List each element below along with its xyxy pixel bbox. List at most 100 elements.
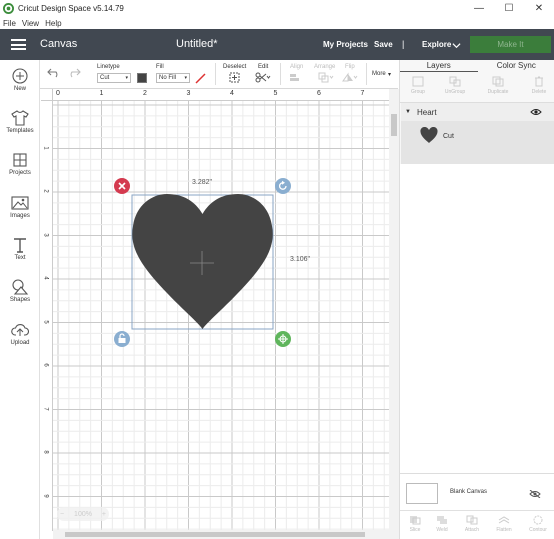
- undo-icon[interactable]: [47, 68, 61, 78]
- chevron-down-icon: ▾: [125, 75, 128, 81]
- images-button[interactable]: Images: [0, 195, 40, 219]
- chevron-down-icon: ▾: [184, 75, 187, 81]
- rotate-handle[interactable]: [275, 178, 291, 194]
- zoom-out-button[interactable]: −: [60, 511, 64, 518]
- canvas-settings-area: Blank Canvas Slice Weld Attach Flatten C…: [400, 473, 554, 539]
- linetype-select[interactable]: Cut ▾: [97, 73, 131, 83]
- menu-bar: File View Help: [0, 17, 554, 29]
- duplicate-label: Duplicate: [487, 89, 509, 95]
- attach-label: Attach: [464, 527, 480, 533]
- blank-canvas-label: Blank Canvas: [450, 489, 488, 495]
- flip-icon[interactable]: [342, 72, 358, 83]
- fill-value: No Fill: [159, 75, 177, 81]
- ruler-tick-label: 5: [42, 319, 49, 324]
- zoom-in-button[interactable]: +: [102, 511, 106, 518]
- new-label: New: [13, 86, 26, 92]
- layer-group-row[interactable]: ▼ Heart Cut: [401, 103, 554, 164]
- make-it-button[interactable]: Make It: [470, 36, 551, 53]
- layer-item-row[interactable]: Cut: [401, 121, 554, 164]
- templates-button[interactable]: Templates: [0, 110, 40, 134]
- layers-panel: Layers Color Sync Group UnGroup Duplicat…: [399, 60, 554, 539]
- ruler-tick-label: 3: [42, 232, 49, 237]
- shapes-button[interactable]: Shapes: [0, 279, 40, 303]
- heart-shape[interactable]: [132, 194, 273, 329]
- slice-button[interactable]: Slice: [403, 515, 427, 533]
- vertical-scrollbar[interactable]: [389, 89, 399, 539]
- flatten-button[interactable]: Flatten: [490, 515, 518, 533]
- text-icon: [14, 238, 26, 253]
- horizontal-scrollbar-thumb[interactable]: [65, 532, 365, 537]
- close-window-button[interactable]: ✕: [524, 0, 554, 17]
- ruler-tick-label: 6: [317, 90, 321, 97]
- ungroup-label: UnGroup: [444, 89, 466, 95]
- delete-button[interactable]: Delete: [526, 76, 552, 95]
- delete-label: Delete: [531, 89, 547, 95]
- ruler-tick-label: 8: [42, 450, 49, 454]
- ruler-tick-label: 1: [42, 145, 49, 150]
- header-separator: |: [402, 39, 405, 49]
- eye-hidden-icon[interactable]: [529, 490, 541, 498]
- save-button[interactable]: Save: [374, 40, 393, 49]
- ungroup-button[interactable]: UnGroup: [440, 76, 470, 95]
- resize-handle[interactable]: [275, 331, 291, 347]
- layers-empty-area: [400, 164, 554, 473]
- zoom-control: − 100% +: [57, 507, 109, 521]
- left-toolbar: New Templates Projects Images Text Shape…: [0, 60, 40, 539]
- vertical-scrollbar-thumb[interactable]: [391, 114, 397, 136]
- contour-button[interactable]: Contour: [524, 515, 552, 533]
- hamburger-menu-icon[interactable]: [11, 39, 26, 50]
- window-titlebar: Cricut Design Space v5.14.79 — ☐ ✕: [0, 0, 554, 17]
- ruler-tick-label: 2: [42, 189, 49, 193]
- shirt-icon: [11, 110, 29, 126]
- attach-button[interactable]: Attach: [459, 515, 485, 533]
- more-menu[interactable]: More: [372, 71, 386, 77]
- deselect-icon[interactable]: [229, 72, 240, 83]
- ruler-tick-label: 0: [56, 90, 60, 97]
- projects-button[interactable]: Projects: [0, 152, 40, 176]
- my-projects-link[interactable]: My Projects: [323, 40, 368, 49]
- horizontal-scrollbar[interactable]: [53, 530, 389, 539]
- arrange-icon[interactable]: [318, 72, 334, 83]
- ruler-tick-label: 6: [42, 363, 49, 367]
- menu-view[interactable]: View: [19, 19, 42, 28]
- ungroup-icon: [449, 76, 461, 87]
- ruler-tick-label: 4: [230, 90, 234, 97]
- upload-label: Upload: [10, 340, 30, 346]
- text-button[interactable]: Text: [0, 237, 40, 261]
- lock-handle[interactable]: [114, 331, 130, 347]
- maximize-button[interactable]: ☐: [494, 0, 524, 17]
- more-chevron-icon[interactable]: ▾: [388, 71, 391, 78]
- blank-canvas-swatch[interactable]: [406, 483, 438, 504]
- explore-menu[interactable]: Explore: [422, 40, 451, 49]
- ruler-tick-label: 7: [42, 406, 49, 411]
- delete-handle[interactable]: [114, 178, 130, 194]
- linetype-value: Cut: [100, 75, 110, 81]
- eye-icon[interactable]: [530, 108, 542, 116]
- plus-circle-icon: [12, 68, 28, 84]
- chevron-down-icon[interactable]: [452, 41, 461, 50]
- scissors-icon[interactable]: [255, 72, 271, 83]
- group-button[interactable]: Group: [406, 76, 430, 95]
- align-icon[interactable]: [289, 72, 303, 83]
- no-fill-swatch-icon[interactable]: [195, 73, 206, 84]
- fill-select[interactable]: No Fill ▾: [156, 73, 190, 83]
- vertical-ruler: 1 2 3 4 5 6 7 8 9: [41, 101, 53, 531]
- projects-label: Projects: [9, 170, 31, 176]
- new-button[interactable]: New: [0, 68, 40, 92]
- duplicate-button[interactable]: Duplicate: [482, 76, 514, 95]
- linetype-color-swatch[interactable]: [137, 73, 147, 83]
- tab-layers[interactable]: Layers: [400, 60, 478, 72]
- collapse-chevron-icon[interactable]: ▼: [405, 109, 411, 115]
- weld-icon: [437, 516, 447, 524]
- tab-color-sync[interactable]: Color Sync: [478, 60, 554, 72]
- menu-file[interactable]: File: [0, 19, 19, 28]
- weld-button[interactable]: Weld: [430, 515, 454, 533]
- menu-help[interactable]: Help: [42, 19, 64, 28]
- deselect-label: Deselect: [223, 64, 247, 70]
- redo-icon[interactable]: [67, 68, 81, 78]
- upload-button[interactable]: Upload: [0, 322, 40, 346]
- layer-item-label: Cut: [443, 133, 454, 140]
- minimize-button[interactable]: —: [464, 0, 494, 17]
- ruler-tick-label: 1: [99, 90, 104, 97]
- linetype-label: Linetype: [97, 64, 120, 70]
